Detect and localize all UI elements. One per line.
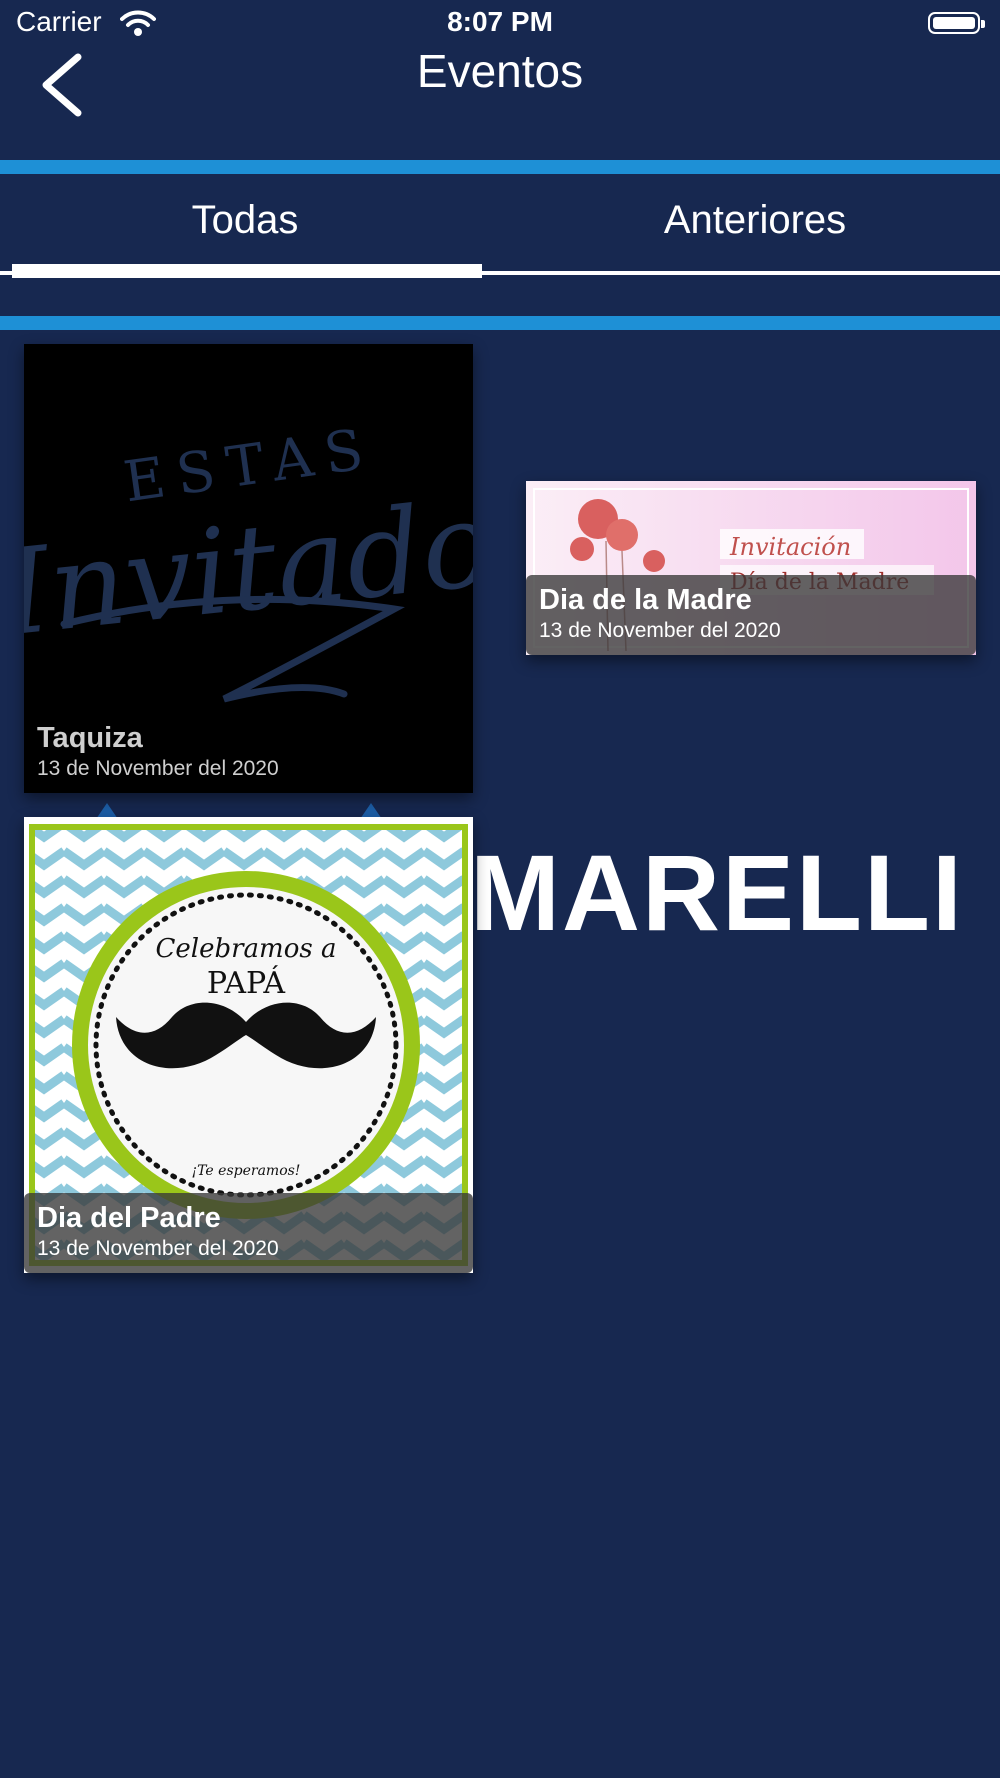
event-card-dia-de-la-madre[interactable]: Invitación Día de la Madre Dia de la Mad…	[526, 481, 976, 655]
brand-logo-text: MARELLI	[470, 832, 964, 953]
page-title: Eventos	[416, 45, 584, 97]
event-caption: Taquiza 13 de November del 2020	[24, 713, 473, 793]
bottom-accent-stripe	[0, 316, 1000, 330]
status-time: 8:07 PM	[447, 6, 553, 37]
event-title: Dia de la Madre	[539, 584, 752, 616]
tab-todas[interactable]: Todas	[0, 198, 490, 243]
tab-anteriores[interactable]: Anteriores	[510, 198, 1000, 243]
tab-selected-indicator	[12, 264, 482, 278]
battery-icon	[928, 12, 985, 34]
event-title: Taquiza	[37, 722, 143, 754]
event-date: 13 de November del 2020	[37, 757, 279, 780]
image-text-celebramos: Celebramos a	[156, 934, 337, 964]
image-text-invitacion: Invitación	[729, 533, 851, 561]
event-caption: Dia de la Madre 13 de November del 2020	[526, 575, 976, 655]
event-card-dia-del-padre[interactable]: Celebramos a PAPÁ ¡Te esperamos! Dia del…	[24, 817, 473, 1273]
event-title: Dia del Padre	[37, 1202, 221, 1234]
image-text-papa: PAPÁ	[207, 965, 286, 1001]
event-date: 13 de November del 2020	[539, 619, 781, 642]
top-accent-stripe	[0, 160, 1000, 174]
event-caption: Dia del Padre 13 de November del 2020	[24, 1193, 473, 1273]
image-text-te-esperamos: ¡Te esperamos!	[192, 1163, 301, 1179]
event-card-taquiza[interactable]: ESTAS Invitado Taquiza 13 de November de…	[24, 344, 473, 793]
event-date: 13 de November del 2020	[37, 1237, 279, 1260]
